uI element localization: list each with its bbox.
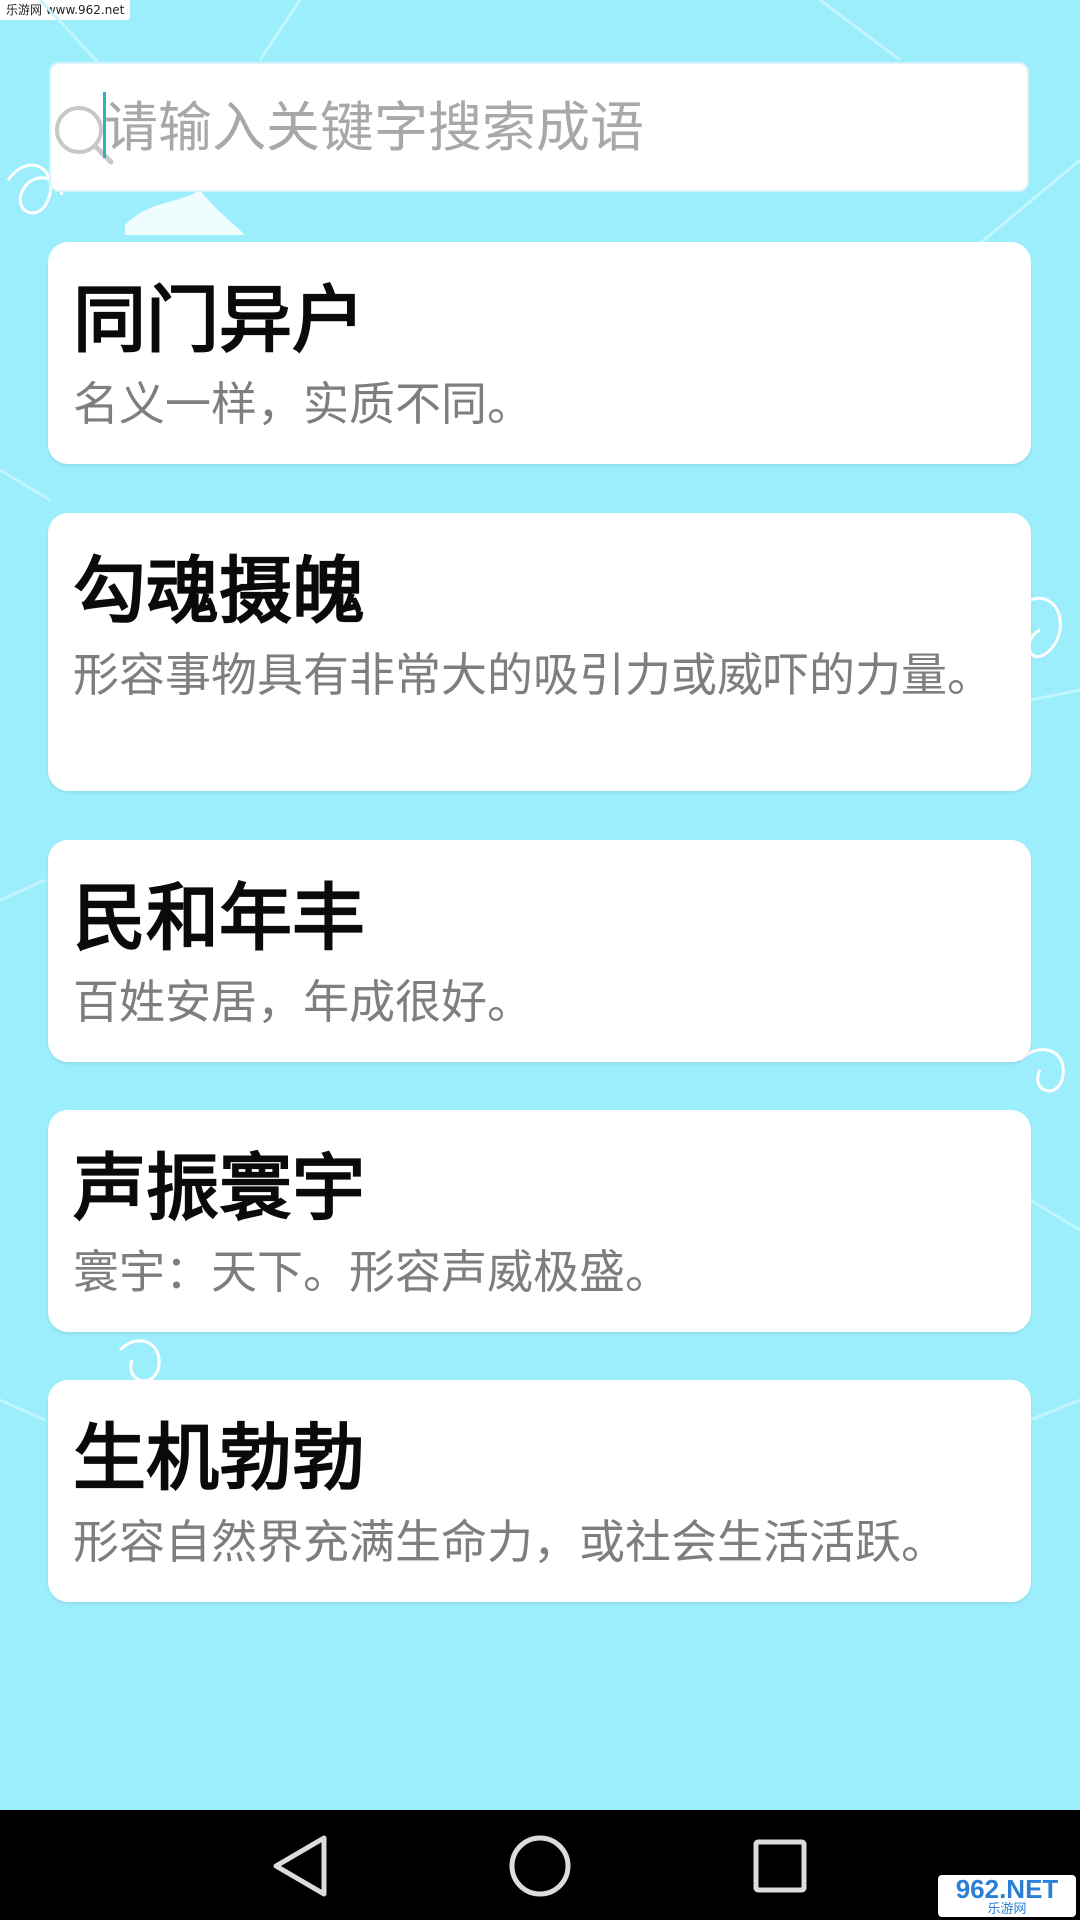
idiom-description: 形容自然界充满生命力，或社会生活活跃。 [73, 1515, 947, 1569]
text-cursor [103, 92, 106, 158]
watermark-bottom: 962.NET 乐游网 [938, 1875, 1076, 1917]
idiom-card[interactable]: 同门异户 名义一样，实质不同。 [48, 242, 1031, 464]
idiom-title: 勾魂摄魄 [73, 549, 365, 634]
navigation-bar [0, 1810, 1080, 1920]
idiom-card[interactable]: 声振寰宇 寰宇：天下。形容声威极盛。 [48, 1110, 1031, 1332]
back-triangle-icon[interactable] [262, 1828, 338, 1904]
idiom-card[interactable]: 生机勃勃 形容自然界充满生命力，或社会生活活跃。 [48, 1380, 1031, 1602]
idiom-title: 民和年丰 [73, 876, 365, 961]
watermark-sub: 乐游网 [987, 1901, 1027, 1916]
idiom-title: 同门异户 [73, 278, 365, 363]
search-input[interactable] [104, 84, 1004, 170]
watermark-main: 962.NET [955, 1874, 1059, 1904]
watermark-top: 乐游网 www.962.net [0, 0, 131, 20]
home-circle-icon[interactable] [502, 1828, 578, 1904]
recents-square-icon[interactable] [742, 1828, 818, 1904]
idiom-card[interactable]: 勾魂摄魄 形容事物具有非常大的吸引力或威吓的力量。 [48, 513, 1031, 791]
idiom-description: 形容事物具有非常大的吸引力或威吓的力量。 [73, 648, 993, 702]
idiom-title: 声振寰宇 [73, 1146, 365, 1231]
idiom-description: 寰宇：天下。形容声威极盛。 [73, 1245, 671, 1299]
search-bar[interactable] [49, 62, 1029, 192]
idiom-description: 名义一样，实质不同。 [73, 377, 533, 431]
idiom-description: 百姓安居，年成很好。 [73, 975, 533, 1029]
idiom-title: 生机勃勃 [73, 1416, 365, 1501]
idiom-card[interactable]: 民和年丰 百姓安居，年成很好。 [48, 840, 1031, 1062]
